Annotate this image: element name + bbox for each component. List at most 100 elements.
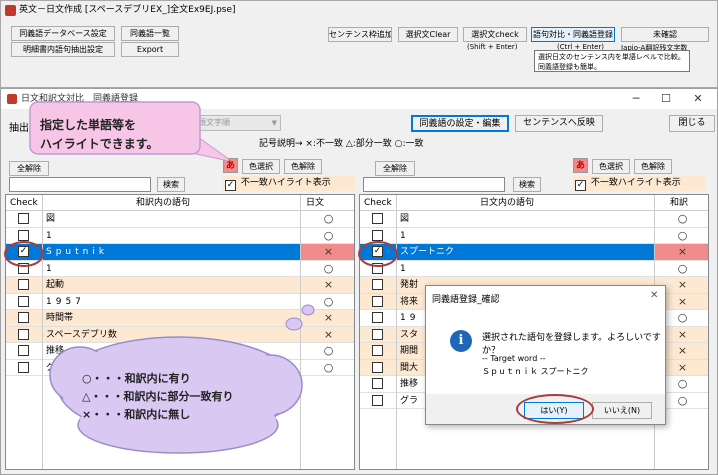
right-row-checkbox[interactable] (372, 312, 383, 323)
dialog-close-icon[interactable]: ✕ (650, 290, 658, 301)
right-row-phrase: グラ (400, 395, 419, 406)
left-color-clear-button[interactable]: 色解除 (284, 159, 322, 174)
right-row-phrase: 1 (400, 230, 410, 241)
select-check-button[interactable]: 選択文check (463, 27, 527, 42)
legend-line-circle: ○・・・和訳内に有り (82, 372, 191, 385)
left-row-checkbox[interactable] (18, 361, 29, 373)
left-table-row[interactable]: 起動 × (6, 277, 354, 294)
left-highlight-checkbox[interactable]: ✓ (225, 180, 236, 191)
left-row-phrase: 1 (46, 230, 56, 241)
right-highlight-label: 不一致ハイライト表示 (590, 178, 681, 188)
right-row-checkbox[interactable] (372, 378, 383, 389)
dialog-message: 選択された語句を登録します。よろしいですか？ (482, 333, 661, 356)
right-row-match: × (655, 244, 708, 260)
phrase-compare-button[interactable]: 語句対比・同義語登録 (531, 27, 615, 42)
right-row-checkbox[interactable] (372, 295, 383, 307)
right-row-phrase: 間大 (400, 362, 419, 373)
synonym-list-button[interactable]: 同義語一覧 (121, 26, 179, 41)
right-row-checkbox[interactable] (372, 394, 383, 406)
right-highlight-checkbox[interactable]: ✓ (575, 180, 586, 191)
right-search-button[interactable]: 検索 (513, 177, 541, 192)
left-table-row[interactable]: 1 ○ (6, 228, 354, 244)
left-col-match: 日文 (306, 198, 325, 208)
extract-label: 抽出 (9, 123, 29, 134)
left-row-match: × (323, 278, 334, 291)
right-row-phrase: 19 (400, 313, 420, 323)
legend-line-triangle: △・・・和訳内に部分一致有り (82, 390, 234, 403)
synonym-db-button[interactable]: 同義語データベース設定 (11, 26, 115, 41)
left-row-checkbox[interactable] (18, 279, 29, 290)
left-row-checkbox[interactable] (18, 213, 29, 224)
left-table-row[interactable]: 1 ○ (6, 261, 354, 277)
left-row-checkbox[interactable] (18, 345, 29, 356)
legend-line-cross: ×・・・和訳内に無し (82, 408, 191, 421)
sentence-add-button[interactable]: センテンス枠追加 (328, 27, 392, 42)
callout-top: 指定した単語等を ハイライトできます。 (40, 116, 159, 154)
selection-ellipse (4, 241, 44, 267)
minimize-icon[interactable]: ─ (621, 89, 651, 109)
right-col-check: Check (364, 198, 392, 208)
dialog-title: 同義語登録_確認 (432, 295, 500, 305)
synonym-settings-button[interactable]: 同義語の設定・編集 (411, 115, 509, 132)
no-button[interactable]: いいえ(N) (592, 402, 652, 419)
right-highlight-toggle[interactable]: ✓ 不一致ハイライト表示 (573, 176, 705, 191)
right-color-a-button[interactable]: あ (573, 158, 588, 173)
right-color-select-button[interactable]: 色選択 (592, 159, 630, 174)
compare-window-icon (7, 94, 17, 104)
left-row-match: × (301, 244, 354, 260)
left-row-checkbox[interactable] (18, 328, 29, 340)
left-row-phrase: 図 (46, 214, 56, 224)
right-row-checkbox[interactable] (372, 279, 383, 290)
app-icon (5, 5, 16, 16)
right-select-all-button[interactable]: 全解除 (375, 161, 415, 176)
specification-button[interactable]: 明細書内語句抽出設定 (11, 42, 115, 57)
right-row-phrase: 1 (400, 263, 410, 274)
main-window: 英文－日文作成 [スペースデブリEX_]全文Ex9EJ.pse] 同義語データベ… (0, 0, 718, 88)
left-col-check: Check (10, 198, 38, 208)
unconfirmed-button[interactable]: 未確認 (621, 27, 709, 42)
right-row-phrase: 図 (400, 214, 410, 224)
right-color-clear-button[interactable]: 色解除 (634, 159, 672, 174)
left-search-input[interactable] (9, 177, 151, 192)
left-search-button[interactable]: 検索 (157, 177, 185, 192)
close-icon[interactable]: ✕ (683, 89, 713, 109)
right-row-checkbox[interactable] (372, 229, 383, 241)
right-table-row[interactable]: 1 ○ (360, 228, 708, 244)
right-row-checkbox[interactable] (372, 328, 383, 340)
left-row-match: ○ (323, 261, 334, 275)
right-row-checkbox[interactable] (372, 345, 383, 356)
reflect-sentence-button[interactable]: センテンスへ反映 (515, 115, 603, 132)
chevron-down-icon: ▼ (271, 119, 277, 127)
right-row-checkbox[interactable] (372, 213, 383, 224)
right-table-row[interactable]: ✓ スプートニク × (360, 244, 708, 261)
left-table-row[interactable]: ✓ Sputnik × (6, 244, 354, 261)
select-clear-button[interactable]: 選択文Clear (398, 27, 458, 42)
left-row-checkbox[interactable] (18, 295, 29, 307)
right-row-phrase: 発射 (400, 280, 419, 290)
dialog-target-label: -- Target word -- (482, 354, 546, 363)
close-button[interactable]: 閉じる (669, 115, 715, 132)
left-table-row[interactable]: 図 ○ (6, 211, 354, 228)
right-grid-header: Check 日文内の語句 和訳 (360, 195, 708, 211)
right-row-match: ○ (677, 228, 688, 242)
export-button[interactable]: Export (121, 42, 179, 57)
legend: 記号説明→ ×:不一致 △:部分一致 ○:一致 (259, 139, 424, 149)
left-row-checkbox[interactable] (18, 312, 29, 323)
right-table-row[interactable]: 1 ○ (360, 261, 708, 277)
left-color-select-button[interactable]: 色選択 (242, 159, 280, 174)
right-row-phrase: 推移 (400, 379, 419, 389)
right-row-phrase: 期間 (400, 346, 419, 356)
yes-ellipse (516, 394, 594, 424)
right-row-checkbox[interactable] (372, 361, 383, 373)
right-search-input[interactable] (363, 177, 505, 192)
right-row-phrase: スタ (400, 329, 419, 340)
right-col-phrase: 日文内の語句 (480, 198, 535, 208)
left-highlight-toggle[interactable]: ✓ 不一致ハイライト表示 (223, 176, 355, 191)
left-row-phrase: 起動 (46, 280, 65, 290)
maximize-icon[interactable]: ☐ (651, 89, 681, 109)
right-row-match: ○ (677, 212, 688, 225)
left-row-checkbox[interactable] (18, 229, 29, 241)
right-table-row[interactable]: 図 ○ (360, 211, 708, 228)
left-row-phrase: 時間帯 (46, 313, 74, 323)
callout-top-line-1: 指定した単語等を (40, 118, 137, 132)
